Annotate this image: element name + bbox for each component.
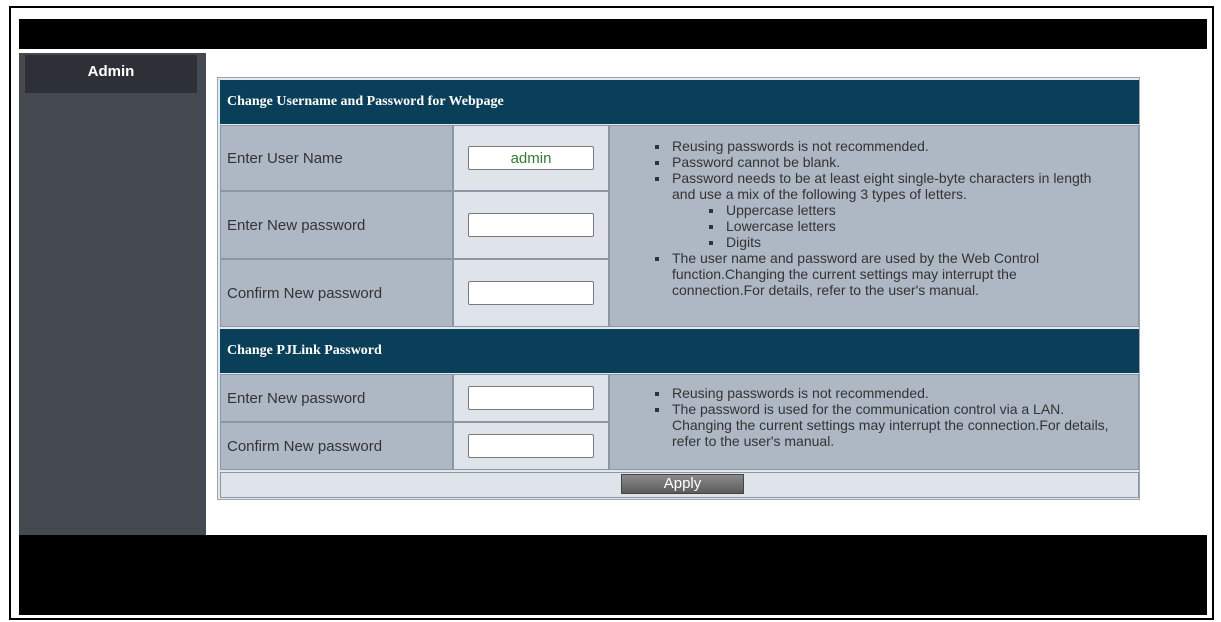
pjlink-new-password-cell bbox=[453, 374, 609, 422]
letter-type-item: Lowercase letters bbox=[709, 218, 1092, 234]
note-item: Password cannot be blank. bbox=[655, 154, 1138, 170]
note-item: Password needs to be at least eight sing… bbox=[655, 170, 1092, 250]
sidebar-item-admin[interactable]: Admin bbox=[25, 55, 197, 93]
pjlink-confirm-password-input[interactable] bbox=[468, 434, 594, 458]
top-banner bbox=[19, 19, 1207, 49]
letter-type-item: Digits bbox=[709, 234, 1092, 250]
sidebar: Admin bbox=[19, 53, 206, 535]
user-name-cell bbox=[453, 125, 609, 191]
new-password-input[interactable] bbox=[468, 213, 594, 237]
footer-banner bbox=[19, 535, 1207, 615]
webpage-section-title: Change Username and Password for Webpage bbox=[220, 80, 1139, 124]
pjlink-new-password-input[interactable] bbox=[468, 386, 594, 410]
note-item: Reusing passwords is not recommended. bbox=[655, 138, 1138, 154]
note-item: The password is used for the communicati… bbox=[655, 401, 1127, 449]
user-name-label: Enter User Name bbox=[220, 125, 453, 191]
letter-type-item: Uppercase letters bbox=[709, 202, 1092, 218]
settings-panel: Change Username and Password for Webpage… bbox=[217, 77, 1140, 500]
note-text: Password needs to be at least eight sing… bbox=[672, 170, 1092, 202]
pjlink-section-title: Change PJLink Password bbox=[220, 329, 1139, 373]
confirm-password-input[interactable] bbox=[468, 281, 594, 305]
user-name-input[interactable] bbox=[468, 146, 594, 170]
pjlink-confirm-password-cell bbox=[453, 422, 609, 470]
note-item: Reusing passwords is not recommended. bbox=[655, 385, 1138, 401]
pjlink-notes: Reusing passwords is not recommended. Th… bbox=[609, 374, 1139, 470]
apply-row: Apply bbox=[220, 472, 1139, 498]
pjlink-new-password-label: Enter New password bbox=[220, 374, 453, 422]
confirm-password-label: Confirm New password bbox=[220, 259, 453, 327]
note-item: The user name and password are used by t… bbox=[655, 250, 1092, 298]
pjlink-confirm-password-label: Confirm New password bbox=[220, 422, 453, 470]
confirm-password-cell bbox=[453, 259, 609, 327]
new-password-label: Enter New password bbox=[220, 191, 453, 259]
new-password-cell bbox=[453, 191, 609, 259]
webpage-notes: Reusing passwords is not recommended. Pa… bbox=[609, 125, 1139, 327]
apply-button[interactable]: Apply bbox=[621, 474, 744, 494]
